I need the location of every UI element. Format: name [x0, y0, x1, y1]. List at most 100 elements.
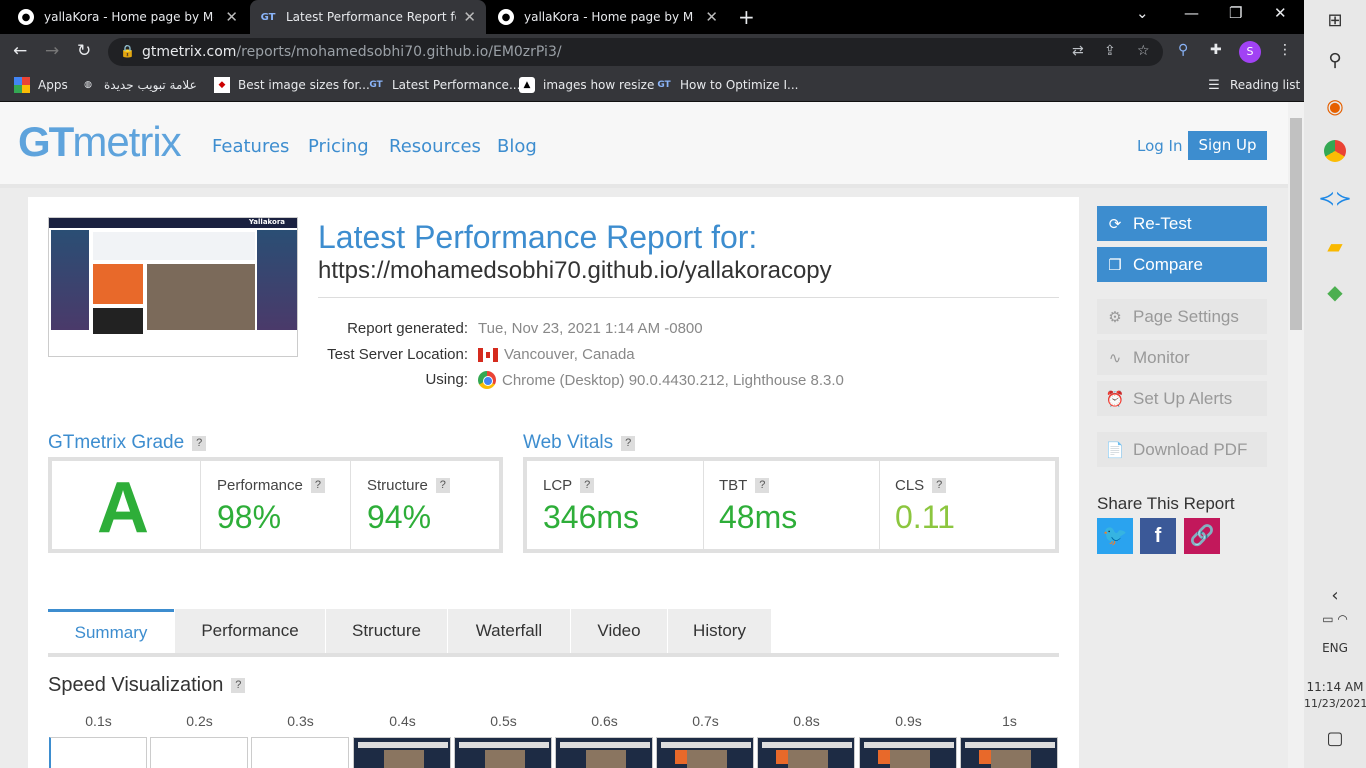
bookmark-new-tab[interactable]: ◍ علامة تبويب جديدة — [80, 77, 197, 93]
tab-search-icon[interactable]: ⌄ — [1136, 4, 1149, 22]
meta-value-generated: Tue, Nov 23, 2021 1:14 AM -0800 — [478, 320, 703, 337]
browser-tab-strip: ● yallaKora - Home page by Mohan ✕ GT La… — [0, 0, 1304, 34]
page-settings-button[interactable]: ⚙ Page Settings — [1097, 299, 1267, 334]
tab-waterfall[interactable]: Waterfall — [448, 609, 570, 653]
speed-frame[interactable] — [251, 737, 349, 768]
page-screenshot-thumbnail[interactable]: Yallakora — [48, 217, 298, 357]
tab-title: Latest Performance Report for: ht — [286, 10, 456, 24]
lock-icon: 🔒 — [120, 44, 135, 58]
chevron-left-icon[interactable]: ‹ — [1304, 585, 1366, 606]
tab-structure[interactable]: Structure — [326, 609, 447, 653]
nav-resources[interactable]: Resources — [389, 136, 481, 157]
github-icon: ● — [498, 9, 514, 25]
copy-link-button[interactable]: 🔗 — [1184, 518, 1220, 554]
bookmark-how-to-optimize[interactable]: GT How to Optimize I... — [656, 77, 798, 93]
forward-button[interactable]: → — [45, 41, 59, 61]
bookmark-site-icon: ▲ — [519, 77, 535, 93]
help-icon[interactable]: ? — [310, 478, 325, 493]
vscode-icon[interactable]: ≺≻ — [1304, 186, 1366, 210]
setup-alerts-button[interactable]: ⏰ Set Up Alerts — [1097, 381, 1267, 416]
file-explorer-icon[interactable]: ▰ — [1304, 234, 1366, 258]
reload-button[interactable]: ↻ — [77, 41, 91, 61]
help-icon[interactable]: ? — [580, 478, 595, 493]
tab-performance[interactable]: Performance — [175, 609, 325, 653]
scrollbar-thumb[interactable] — [1290, 118, 1302, 330]
speed-frame[interactable] — [859, 737, 957, 768]
notification-icon[interactable]: ▢ — [1304, 728, 1366, 749]
close-icon[interactable]: ✕ — [705, 8, 718, 26]
new-tab-button[interactable]: + — [738, 5, 755, 29]
close-icon[interactable]: ✕ — [225, 8, 238, 26]
language-indicator[interactable]: ENG — [1304, 641, 1366, 655]
clock-time[interactable]: 11:14 AM — [1304, 680, 1366, 694]
help-icon[interactable]: ? — [435, 478, 450, 493]
vital-value: 0.11 — [895, 499, 955, 535]
chrome-taskbar-icon[interactable] — [1304, 140, 1366, 168]
monitor-button[interactable]: ∿ Monitor — [1097, 340, 1267, 375]
speed-frame[interactable] — [353, 737, 451, 768]
gtmetrix-logo[interactable]: GTmetrix — [18, 118, 182, 166]
extensions-puzzle-icon[interactable]: ✚ — [1210, 42, 1222, 58]
tab-summary[interactable]: Summary — [48, 609, 174, 653]
profile-avatar[interactable]: S — [1239, 41, 1261, 63]
download-pdf-button[interactable]: 📄 Download PDF — [1097, 432, 1267, 467]
meta-label-using: Using: — [425, 371, 468, 388]
help-icon[interactable]: ? — [231, 678, 246, 693]
canada-flag-icon — [478, 347, 498, 362]
bookmark-star-icon[interactable]: ☆ — [1137, 43, 1150, 59]
frame-label: 0.8s — [793, 713, 820, 729]
tab-history[interactable]: History — [668, 609, 771, 653]
bookmark-image-sizes[interactable]: ◆ Best image sizes for... — [214, 77, 370, 93]
app-icon[interactable]: ◆ — [1304, 280, 1366, 304]
restore-button[interactable]: ❐ — [1229, 4, 1242, 22]
bookmark-images-resize[interactable]: ▲ images how resize — [519, 77, 654, 93]
help-icon[interactable]: ? — [755, 478, 770, 493]
retest-button[interactable]: ⟳ Re-Test — [1097, 206, 1267, 241]
help-icon[interactable]: ? — [932, 478, 947, 493]
speed-frame[interactable] — [49, 737, 147, 768]
minimize-button[interactable]: — — [1184, 4, 1199, 22]
twitter-share-button[interactable]: 🐦 — [1097, 518, 1133, 554]
compare-button[interactable]: ❐ Compare — [1097, 247, 1267, 282]
bookmark-apps[interactable]: Apps — [14, 77, 68, 93]
bookmark-latest-performance[interactable]: GT Latest Performance... — [368, 77, 520, 93]
login-link[interactable]: Log In — [1137, 137, 1183, 155]
translate-icon[interactable]: ⇄ — [1072, 43, 1084, 59]
speed-frame[interactable] — [555, 737, 653, 768]
reading-list-button[interactable]: ☰ Reading list — [1206, 77, 1300, 93]
signup-button[interactable]: Sign Up — [1188, 131, 1267, 160]
help-icon[interactable]: ? — [192, 435, 207, 451]
share-icon[interactable]: ⇪ — [1104, 43, 1116, 59]
nav-pricing[interactable]: Pricing — [308, 136, 369, 157]
speed-frame[interactable] — [757, 737, 855, 768]
browser-tab-1[interactable]: ● yallaKora - Home page by Mohan ✕ — [8, 0, 248, 34]
help-icon[interactable]: ? — [621, 435, 636, 451]
speed-frame[interactable] — [960, 737, 1058, 768]
battery-wifi-icons[interactable]: ▭ ◠ — [1304, 612, 1366, 626]
extension-icon[interactable]: ⚲ — [1178, 42, 1188, 58]
facebook-share-button[interactable]: f — [1140, 518, 1176, 554]
bookmark-label: علامة تبويب جديدة — [104, 78, 197, 92]
speed-frame[interactable] — [454, 737, 552, 768]
windows-start-icon[interactable]: ⊞ — [1304, 10, 1366, 31]
nav-blog[interactable]: Blog — [497, 136, 537, 157]
speed-frame[interactable] — [150, 737, 248, 768]
browser-tab-2[interactable]: GT Latest Performance Report for: ht ✕ — [250, 0, 486, 34]
nav-features[interactable]: Features — [212, 136, 289, 157]
address-bar[interactable]: 🔒 gtmetrix.com/reports/mohamedsobhi70.gi… — [108, 38, 1163, 66]
gtmetrix-icon: GT — [260, 11, 276, 23]
vital-label: LCP — [543, 477, 573, 494]
menu-dots-icon[interactable]: ⋮ — [1278, 42, 1292, 58]
frame-label: 0.9s — [895, 713, 922, 729]
firefox-icon[interactable]: ◉ — [1304, 94, 1366, 118]
search-icon[interactable]: ⚲ — [1304, 50, 1366, 71]
clock-date[interactable]: 11/23/2021 — [1304, 697, 1366, 710]
thumb-logo: Yallakora — [248, 218, 285, 226]
browser-tab-3[interactable]: ● yallaKora - Home page by Mohan ✕ — [488, 0, 728, 34]
report-tabs: Summary Performance Structure Waterfall … — [48, 609, 1059, 657]
close-icon[interactable]: ✕ — [463, 8, 476, 26]
back-button[interactable]: ← — [13, 41, 27, 61]
tab-video[interactable]: Video — [571, 609, 667, 653]
speed-frame[interactable] — [656, 737, 754, 768]
close-window-button[interactable]: ✕ — [1274, 4, 1287, 22]
